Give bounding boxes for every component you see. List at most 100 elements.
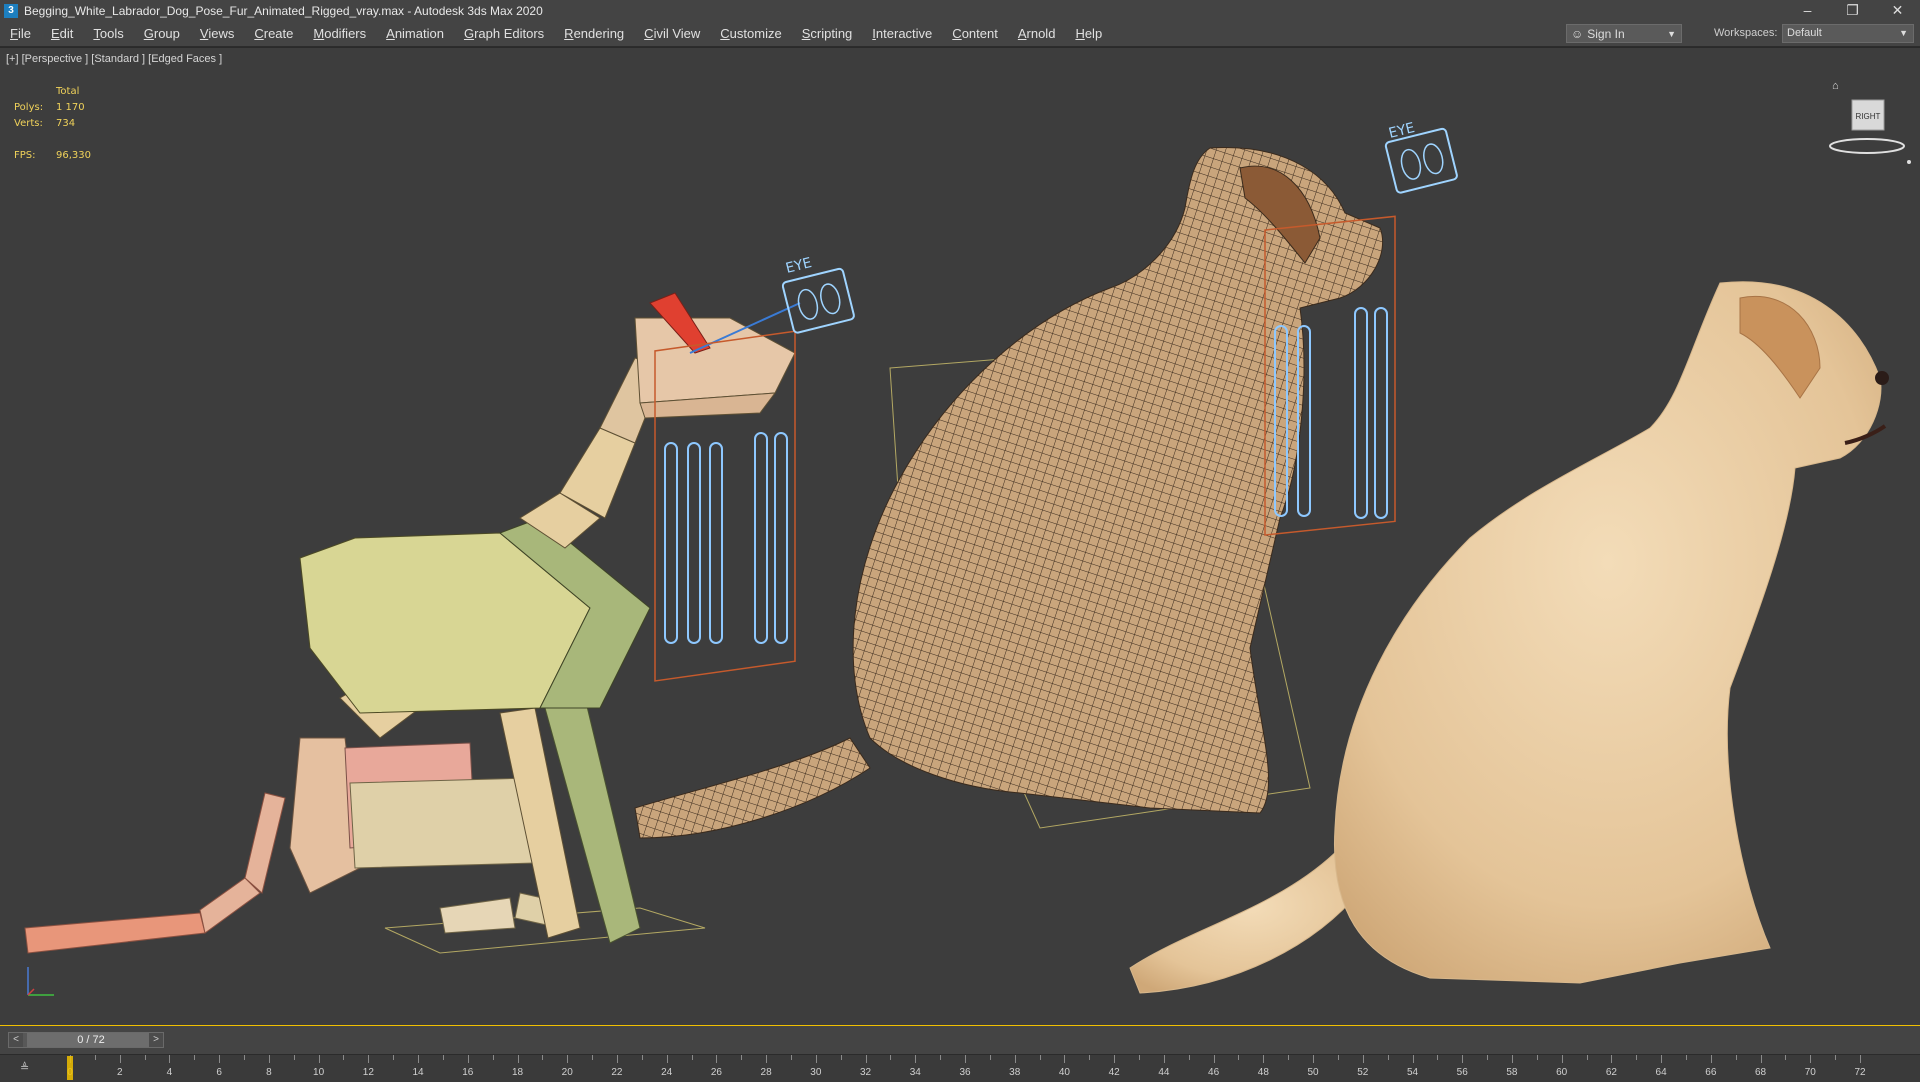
frame-label: 62	[1605, 1067, 1617, 1078]
home-icon[interactable]: ⌂	[1832, 80, 1839, 92]
frame-tick	[1412, 1055, 1414, 1063]
frame-label: 18	[511, 1067, 524, 1078]
3ds-max-icon[interactable]: 3	[4, 4, 18, 18]
frame-tick	[1313, 1055, 1315, 1063]
menu-arnold[interactable]: Arnold	[1008, 22, 1066, 46]
frame-label: 8	[266, 1067, 272, 1078]
axis-tripod	[20, 963, 60, 1008]
frame-tick	[318, 1055, 320, 1063]
frame-label: 36	[959, 1067, 971, 1078]
frame-label: 44	[1158, 1067, 1170, 1078]
frame-tick	[1238, 1055, 1240, 1060]
frame-tick	[268, 1055, 270, 1063]
frame-label: 66	[1705, 1067, 1717, 1078]
frame-label: 28	[760, 1067, 772, 1078]
frame-label: 20	[561, 1067, 573, 1078]
frame-label: 12	[362, 1067, 374, 1078]
frame-label: 30	[810, 1067, 822, 1078]
rig-tail-upper	[244, 792, 286, 894]
time-slider[interactable]: < 0 / 72 >	[8, 1032, 164, 1048]
frame-tick	[418, 1055, 420, 1063]
frame-label: 54	[1406, 1067, 1419, 1078]
frame-tick	[1114, 1055, 1116, 1063]
frame-tick	[244, 1055, 246, 1060]
menu-interactive[interactable]: Interactive	[862, 22, 942, 46]
frame-tick	[368, 1055, 370, 1063]
menu-animation[interactable]: Animation	[376, 22, 454, 46]
frame-label: 70	[1804, 1067, 1816, 1078]
chevron-down-icon: ▼	[1667, 28, 1676, 39]
menu-edit[interactable]: Edit	[41, 22, 83, 46]
frame-label: 34	[909, 1067, 921, 1078]
menu-graph-editors[interactable]: Graph Editors	[454, 22, 554, 46]
perspective-viewport[interactable]: [+] [Perspective ] [Standard ] [Edged Fa…	[0, 47, 1920, 1026]
frame-tick	[1487, 1055, 1489, 1060]
frame-tick	[1387, 1055, 1389, 1060]
menu-group[interactable]: Group	[134, 22, 190, 46]
frame-tick	[194, 1055, 196, 1060]
frame-label: 22	[611, 1067, 623, 1078]
menu-content[interactable]: Content	[942, 22, 1008, 46]
frame-tick	[1462, 1055, 1464, 1063]
frame-tick	[1760, 1055, 1762, 1063]
proxy-rig-dog[interactable]: EYE	[24, 255, 855, 954]
menu-rendering[interactable]: Rendering	[554, 22, 634, 46]
frame-tick	[1089, 1055, 1091, 1060]
scene-render[interactable]: EYE EYE	[0, 48, 1920, 1026]
wireframe-dog-mesh[interactable]: EYE	[634, 120, 1458, 839]
viewcube[interactable]: RIGHT ⌂	[1822, 80, 1912, 173]
frame-tick	[169, 1055, 171, 1063]
frame-tick	[1511, 1055, 1513, 1063]
menu-modifiers[interactable]: Modifiers	[303, 22, 376, 46]
frame-tick	[219, 1055, 221, 1063]
mesh-eye-label: EYE	[1387, 120, 1416, 142]
timeline-panel: < 0 / 72 > ≜ 024681012141618202224262830…	[0, 1025, 1920, 1082]
frame-tick	[592, 1055, 594, 1060]
frame-tick	[1586, 1055, 1588, 1060]
next-frame-button[interactable]: >	[149, 1033, 163, 1047]
frame-tick	[567, 1055, 569, 1063]
prev-frame-button[interactable]: <	[9, 1033, 23, 1047]
frame-tick	[1611, 1055, 1613, 1063]
minimize-icon[interactable]: –	[1785, 0, 1830, 22]
menu-file[interactable]: File	[0, 22, 41, 46]
frame-tick	[1835, 1055, 1837, 1060]
close-icon[interactable]: ✕	[1875, 0, 1920, 22]
frame-tick	[492, 1055, 494, 1060]
rig-tail-tip	[199, 877, 261, 934]
frame-tick	[1064, 1055, 1066, 1063]
playhead[interactable]	[67, 1056, 73, 1080]
menu-customize[interactable]: Customize	[710, 22, 791, 46]
frame-tick	[741, 1055, 743, 1060]
frame-tick	[691, 1055, 693, 1060]
frame-tick	[1685, 1055, 1687, 1060]
sign-in-dropdown[interactable]: ☺ Sign In ▼	[1566, 24, 1682, 43]
frame-tick	[766, 1055, 768, 1063]
menu-civil-view[interactable]: Civil View	[634, 22, 710, 46]
frame-label: 58	[1506, 1067, 1518, 1078]
menu-scripting[interactable]: Scripting	[792, 22, 863, 46]
time-slider-thumb[interactable]: 0 / 72	[27, 1033, 155, 1047]
frame-tick	[940, 1055, 942, 1060]
menu-tools[interactable]: Tools	[83, 22, 133, 46]
frame-tick	[1735, 1055, 1737, 1060]
title-bar: 3 Begging_White_Labrador_Dog_Pose_Fur_An…	[0, 0, 1920, 22]
frame-tick	[1636, 1055, 1638, 1060]
menu-views[interactable]: Views	[190, 22, 244, 46]
frame-label: 48	[1257, 1067, 1269, 1078]
frame-tick	[1710, 1055, 1712, 1063]
menu-create[interactable]: Create	[244, 22, 303, 46]
menu-help[interactable]: Help	[1065, 22, 1112, 46]
frame-label: 52	[1357, 1067, 1369, 1078]
frame-tick	[716, 1055, 718, 1063]
frame-label: 26	[710, 1067, 722, 1078]
frame-tick	[393, 1055, 395, 1060]
workspaces-select[interactable]: Default ▼	[1782, 24, 1914, 43]
sign-in-label: Sign In	[1587, 26, 1625, 41]
mesh-tail	[634, 737, 871, 839]
restore-icon[interactable]: ❐	[1830, 0, 1875, 22]
track-bar[interactable]: ≜ 02468101214161820222426283032343638404…	[0, 1054, 1920, 1082]
frame-tick	[343, 1055, 345, 1060]
fur-tail	[1129, 847, 1371, 994]
frame-tick	[1337, 1055, 1339, 1060]
